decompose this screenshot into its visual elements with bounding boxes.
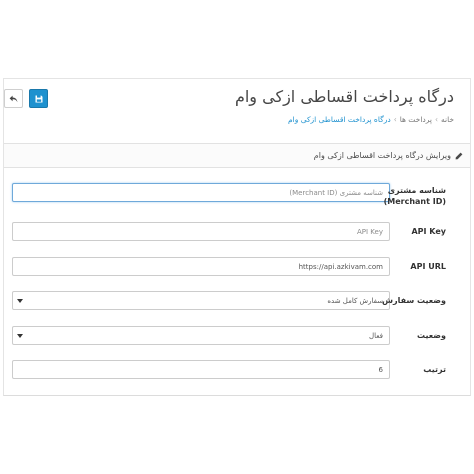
merchant-id-label-line1: شناسه مشتری [387, 186, 446, 195]
sort-order-label: ترتیب [423, 365, 446, 374]
order-status-selected: سفارش کامل شده [327, 296, 383, 305]
form-row-order-status: سفارش کامل شده وضعیت سفارش [4, 289, 470, 313]
panel-title: ویرایش درگاه پرداخت اقساطی ازکی وام [314, 151, 463, 160]
page-title: درگاه پرداخت اقساطی ازکی وام [234, 87, 454, 106]
breadcrumb-home[interactable]: خانه [441, 115, 454, 124]
api-key-placeholder: API Key [357, 227, 383, 236]
api-key-input[interactable]: API Key [12, 222, 390, 241]
breadcrumb-separator: › [434, 115, 438, 124]
status-label: وضعیت [417, 331, 446, 340]
chevron-down-icon [17, 299, 23, 303]
form-row-sort-order: 6 ترتیب [4, 358, 470, 382]
pencil-icon [455, 152, 463, 159]
back-button[interactable] [4, 89, 23, 108]
order-status-label: وضعیت سفارش [381, 296, 446, 305]
form-row-api-key: API Key API Key [4, 220, 470, 244]
panel-title-text: ویرایش درگاه پرداخت اقساطی ازکی وام [313, 151, 451, 160]
form-row-merchant-id: شناسه مشتری (Merchant ID) شناسه مشتری (M… [4, 177, 470, 213]
status-select[interactable]: فعال [12, 326, 390, 345]
api-key-label: API Key [411, 227, 446, 236]
status-selected: فعال [369, 331, 383, 340]
merchant-id-input[interactable]: شناسه مشتری (Merchant ID) [12, 183, 390, 202]
breadcrumb-separator: › [393, 115, 397, 124]
breadcrumb: خانه›پرداخت ها›درگاه پرداخت اقساطی ازکی … [288, 115, 454, 124]
sort-order-input[interactable]: 6 [12, 360, 390, 379]
api-url-value: https://api.azkivam.com [298, 262, 383, 271]
reply-icon [9, 95, 18, 102]
sort-order-value: 6 [378, 365, 383, 374]
form-row-api-url: https://api.azkivam.com API URL [4, 255, 470, 279]
api-url-input[interactable]: https://api.azkivam.com [12, 257, 390, 276]
breadcrumb-current[interactable]: درگاه پرداخت اقساطی ازکی وام [288, 115, 391, 124]
merchant-id-label: شناسه مشتری (Merchant ID) [384, 185, 446, 207]
breadcrumb-payments[interactable]: پرداخت ها [400, 115, 432, 124]
merchant-id-placeholder: شناسه مشتری (Merchant ID) [289, 188, 383, 197]
chevron-down-icon [17, 334, 23, 338]
floppy-icon [35, 95, 42, 102]
form-row-status: فعال وضعیت [4, 324, 470, 348]
page-header: درگاه پرداخت اقساطی ازکی وام خانه›پرداخت… [4, 79, 470, 137]
save-button[interactable] [29, 89, 48, 108]
api-url-label: API URL [410, 262, 446, 271]
merchant-id-label-line2: (Merchant ID) [383, 197, 446, 206]
order-status-select[interactable]: سفارش کامل شده [12, 291, 390, 310]
panel-heading: ویرایش درگاه پرداخت اقساطی ازکی وام [4, 143, 470, 168]
